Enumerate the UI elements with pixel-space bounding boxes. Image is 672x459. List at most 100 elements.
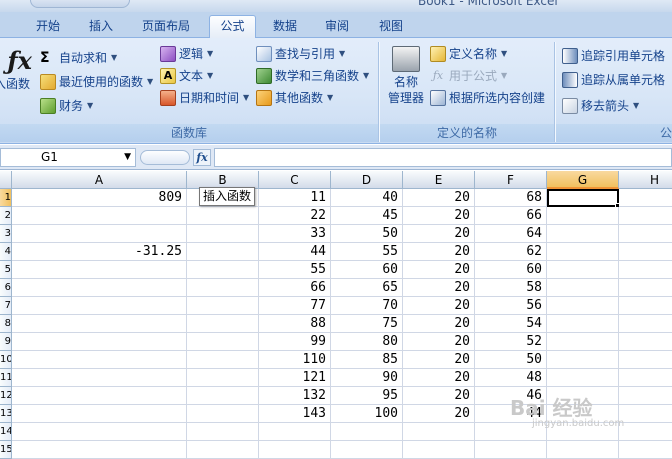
row-header-6[interactable]: 6 (0, 279, 12, 297)
cell-g11[interactable] (547, 369, 619, 387)
cell-d13[interactable]: 100 (331, 405, 403, 423)
cell-f15[interactable] (475, 441, 547, 459)
cell-c13[interactable]: 143 (259, 405, 331, 423)
tab-view[interactable]: 视图 (370, 16, 412, 38)
create-from-selection-button[interactable]: 根据所选内容创建 (430, 88, 545, 108)
cell-f2[interactable]: 66 (475, 207, 547, 225)
column-header-f[interactable]: F (475, 171, 547, 189)
row-header-12[interactable]: 12 (0, 387, 12, 405)
formula-bar-resize-handle[interactable] (140, 150, 190, 165)
cell-d10[interactable]: 85 (331, 351, 403, 369)
row-header-3[interactable]: 3 (0, 225, 12, 243)
cell-d5[interactable]: 60 (331, 261, 403, 279)
tab-review[interactable]: 审阅 (316, 16, 358, 38)
row-header-2[interactable]: 2 (0, 207, 12, 225)
cell-b5[interactable] (187, 261, 259, 279)
cell-c5[interactable]: 55 (259, 261, 331, 279)
cell-h2[interactable] (619, 207, 672, 225)
recent-functions-button[interactable]: 最近使用的函数 ▼ (40, 72, 153, 92)
column-header-h[interactable]: H (619, 171, 672, 189)
cell-h10[interactable] (619, 351, 672, 369)
cell-b14[interactable] (187, 423, 259, 441)
tab-page-layout[interactable]: 页面布局 (134, 16, 198, 38)
cell-d12[interactable]: 95 (331, 387, 403, 405)
cell-h5[interactable] (619, 261, 672, 279)
cell-a5[interactable] (12, 261, 187, 279)
column-header-a[interactable]: A (12, 171, 187, 189)
autosum-button[interactable]: Σ 自动求和 ▼ (40, 48, 117, 68)
column-header-c[interactable]: C (259, 171, 331, 189)
trace-dependents-button[interactable]: 追踪从属单元格 (562, 70, 665, 90)
cell-d3[interactable]: 50 (331, 225, 403, 243)
row-header-8[interactable]: 8 (0, 315, 12, 333)
cell-e2[interactable]: 20 (403, 207, 475, 225)
cell-d7[interactable]: 70 (331, 297, 403, 315)
cell-h8[interactable] (619, 315, 672, 333)
cell-a1[interactable]: 809 (12, 189, 187, 207)
cell-e15[interactable] (403, 441, 475, 459)
tab-insert[interactable]: 插入 (80, 16, 122, 38)
cell-e11[interactable]: 20 (403, 369, 475, 387)
cell-a4[interactable]: -31.25 (12, 243, 187, 261)
remove-arrows-button[interactable]: 移去箭头 ▼ (562, 96, 639, 116)
row-header-7[interactable]: 7 (0, 297, 12, 315)
cell-f4[interactable]: 62 (475, 243, 547, 261)
column-header-d[interactable]: D (331, 171, 403, 189)
define-name-button[interactable]: 定义名称 ▼ (430, 44, 507, 64)
more-functions-button[interactable]: 其他函数 ▼ (256, 88, 333, 108)
cell-c2[interactable]: 22 (259, 207, 331, 225)
cell-c15[interactable] (259, 441, 331, 459)
row-header-15[interactable]: 15 (0, 441, 12, 459)
quick-access-toolbar[interactable] (30, 0, 130, 8)
trace-precedents-button[interactable]: 追踪引用单元格 (562, 46, 665, 66)
cell-a3[interactable] (12, 225, 187, 243)
cell-b13[interactable] (187, 405, 259, 423)
cell-h14[interactable] (619, 423, 672, 441)
cell-f7[interactable]: 56 (475, 297, 547, 315)
tab-home[interactable]: 开始 (28, 16, 68, 38)
row-header-9[interactable]: 9 (0, 333, 12, 351)
cell-b11[interactable] (187, 369, 259, 387)
cell-b12[interactable] (187, 387, 259, 405)
cell-c1[interactable]: 11 (259, 189, 331, 207)
cell-g7[interactable] (547, 297, 619, 315)
cell-h7[interactable] (619, 297, 672, 315)
cell-f9[interactable]: 52 (475, 333, 547, 351)
cell-h12[interactable] (619, 387, 672, 405)
cell-c14[interactable] (259, 423, 331, 441)
cell-a14[interactable] (12, 423, 187, 441)
cell-h9[interactable] (619, 333, 672, 351)
logical-button[interactable]: 逻辑 ▼ (160, 44, 213, 64)
cell-e12[interactable]: 20 (403, 387, 475, 405)
cell-b7[interactable] (187, 297, 259, 315)
row-header-4[interactable]: 4 (0, 243, 12, 261)
cell-c9[interactable]: 99 (259, 333, 331, 351)
column-header-e[interactable]: E (403, 171, 475, 189)
cell-f10[interactable]: 50 (475, 351, 547, 369)
insert-function-fx-button[interactable]: fx (193, 149, 211, 166)
column-header-g[interactable]: G (547, 171, 619, 189)
cell-b3[interactable] (187, 225, 259, 243)
math-trig-button[interactable]: 数学和三角函数 ▼ (256, 66, 369, 86)
cell-f5[interactable]: 60 (475, 261, 547, 279)
cell-f6[interactable]: 58 (475, 279, 547, 297)
cell-a9[interactable] (12, 333, 187, 351)
cell-e1[interactable]: 20 (403, 189, 475, 207)
cell-c10[interactable]: 110 (259, 351, 331, 369)
cell-c4[interactable]: 44 (259, 243, 331, 261)
cell-h13[interactable] (619, 405, 672, 423)
cell-g10[interactable] (547, 351, 619, 369)
cell-d15[interactable] (331, 441, 403, 459)
use-in-formula-button[interactable]: ƒx 用于公式 ▼ (430, 66, 507, 86)
cell-c11[interactable]: 121 (259, 369, 331, 387)
cell-e4[interactable]: 20 (403, 243, 475, 261)
row-header-11[interactable]: 11 (0, 369, 12, 387)
cell-g9[interactable] (547, 333, 619, 351)
cell-e3[interactable]: 20 (403, 225, 475, 243)
cell-b15[interactable] (187, 441, 259, 459)
cell-d14[interactable] (331, 423, 403, 441)
formula-input[interactable] (214, 148, 672, 167)
cell-d1[interactable]: 40 (331, 189, 403, 207)
cell-a15[interactable] (12, 441, 187, 459)
row-header-13[interactable]: 13 (0, 405, 12, 423)
